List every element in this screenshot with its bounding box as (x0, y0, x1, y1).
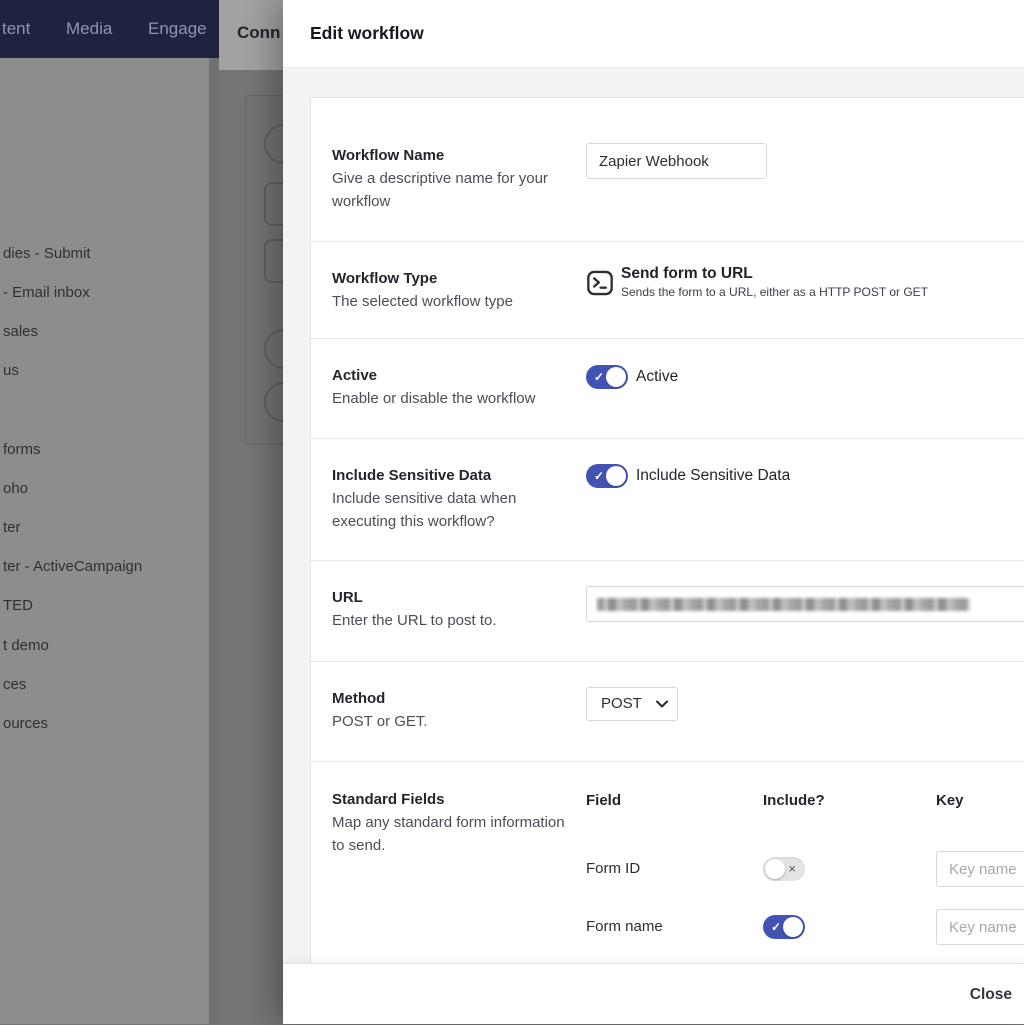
sidebar-item: ces (3, 676, 27, 693)
field-name: Form name (586, 918, 663, 935)
sidebar-item: ter - ActiveCampaign (3, 558, 143, 575)
active-description: Enable or disable the workflow (332, 390, 536, 407)
nav-item-media: Media (66, 19, 113, 38)
redacted-url-value (597, 598, 970, 611)
workflow-type-circle-icon (264, 382, 283, 422)
active-label: Active (332, 367, 378, 384)
sidebar-item: forms (3, 441, 41, 458)
row-active: Active Enable or disable the workflow ✓ … (311, 338, 1024, 438)
form-name-key-input[interactable] (936, 909, 1024, 945)
background-content (219, 70, 283, 1024)
check-icon: ✓ (771, 920, 782, 934)
column-header-field: Field (586, 792, 622, 809)
nav-item-engage: Engage (148, 19, 207, 38)
url-input[interactable] (586, 586, 1024, 622)
row-sensitive-data: Include Sensitive Data Include sensitive… (311, 438, 1024, 560)
active-toggle[interactable]: ✓ (586, 365, 628, 389)
sensitive-toggle-label: Include Sensitive Data (636, 467, 791, 484)
background-page-tab: Conn (219, 0, 283, 70)
standard-fields-description: Map any standard form information to sen… (332, 814, 565, 854)
standard-fields-label: Standard Fields (332, 791, 445, 808)
sidebar-item: t demo (3, 637, 49, 654)
sidebar-item: oho (3, 480, 29, 497)
field-name: Form ID (586, 860, 641, 877)
workflow-name-description: Give a descriptive name for your workflo… (332, 170, 548, 210)
workflow-form-card: Workflow Name Give a descriptive name fo… (310, 97, 1024, 1024)
row-workflow-name: Workflow Name Give a descriptive name fo… (311, 98, 1024, 241)
sensitive-toggle[interactable]: ✓ (586, 464, 628, 488)
terminal-icon (586, 269, 614, 302)
method-select-value: POST (601, 695, 642, 712)
row-method: Method POST or GET. POST (311, 661, 1024, 761)
url-description: Enter the URL to post to. (332, 612, 497, 629)
sidebar-item: dies - Submit (3, 245, 91, 262)
workflow-type-subtitle: Sends the form to a URL, either as a HTT… (621, 285, 929, 299)
modal-header: Edit workflow (283, 0, 1024, 68)
edit-workflow-modal: Edit workflow Workflow Name Give a descr… (283, 0, 1024, 1024)
modal-body: Workflow Name Give a descriptive name fo… (283, 68, 1024, 1024)
chevron-down-icon (656, 700, 668, 708)
workflow-type-circle-icon (264, 329, 283, 369)
toggle-knob (765, 859, 785, 879)
form-id-key-input[interactable] (936, 851, 1024, 887)
sidebar-item: TED (3, 597, 33, 614)
column-header-include: Include? (763, 792, 825, 809)
workflow-type-title: Send form to URL (621, 265, 753, 282)
table-row-form-id: Form ID × (586, 851, 1024, 887)
sensitive-description: Include sensitive data when executing th… (332, 490, 517, 530)
method-label: Method (332, 690, 386, 707)
toggle-knob (606, 367, 626, 387)
check-icon: ✓ (594, 469, 605, 483)
check-icon: ✓ (594, 370, 605, 384)
modal-footer: Close (283, 963, 1024, 1024)
x-icon: × (788, 861, 796, 876)
sidebar-item: - Email inbox (3, 284, 90, 301)
form-id-include-toggle[interactable]: × (763, 857, 805, 881)
method-select[interactable]: POST (586, 687, 678, 721)
nav-item-content: tent (2, 19, 31, 38)
close-button[interactable]: Close (970, 964, 1012, 1025)
form-name-include-toggle[interactable]: ✓ (763, 915, 805, 939)
row-workflow-type: Workflow Type The selected workflow type… (311, 241, 1024, 338)
active-toggle-label: Active (636, 368, 679, 385)
workflow-type-circle-icon (264, 124, 283, 164)
url-label: URL (332, 589, 363, 606)
sidebar-item: ources (3, 715, 49, 732)
sidebar-scrollbar (209, 58, 219, 1024)
background-sidebar: dies - Submit - Email inbox sales us for… (0, 58, 209, 1024)
workflow-type-description: The selected workflow type (332, 293, 513, 310)
workflow-type-rect-icon (264, 182, 283, 226)
background-topbar: tent Media Engage (0, 0, 219, 58)
toggle-knob (606, 466, 626, 486)
row-url: URL Enter the URL to post to. (311, 560, 1024, 661)
sidebar-item: sales (3, 323, 39, 340)
method-description: POST or GET. (332, 713, 428, 730)
table-row-form-name: Form name ✓ (586, 909, 1024, 945)
sidebar-item: us (3, 362, 19, 379)
workflow-type-rect-icon (264, 239, 283, 283)
column-header-key: Key (936, 792, 964, 809)
sidebar-item: ter (3, 519, 21, 536)
sensitive-label: Include Sensitive Data (332, 467, 492, 484)
workflow-name-input[interactable] (586, 143, 767, 179)
workflow-name-label: Workflow Name (332, 147, 445, 164)
modal-title: Edit workflow (310, 23, 424, 43)
toggle-knob (783, 917, 803, 937)
workflow-type-label: Workflow Type (332, 270, 438, 287)
workflow-type-list-card (245, 95, 283, 445)
